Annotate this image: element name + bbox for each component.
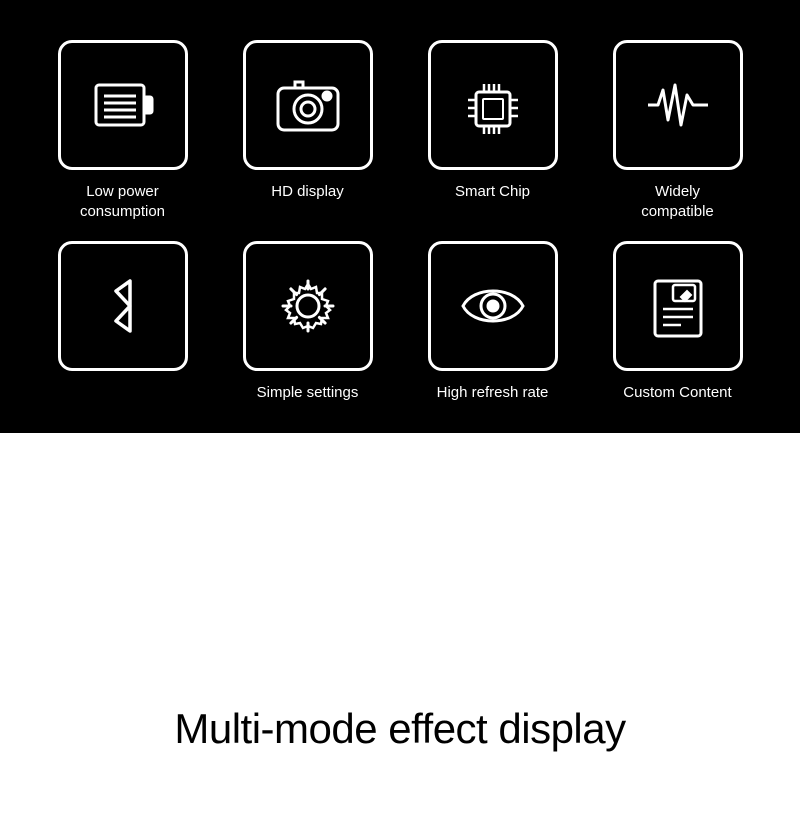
feature-custom-content: Custom Content [595,241,760,403]
widely-compatible-icon-box [613,40,743,170]
custom-content-label: Custom Content [623,383,731,403]
camera-icon [273,70,343,140]
feature-high-refresh: High refresh rate [410,241,575,403]
widely-compatible-label: Widely compatible [641,182,714,221]
smart-chip-label: Smart Chip [455,182,530,202]
edit-document-icon [643,271,713,341]
feature-low-power: Low power consumption [40,40,205,221]
feature-simple-settings: Simple settings [225,241,390,403]
simple-settings-icon-box [243,241,373,371]
bluetooth-icon [88,271,158,341]
high-refresh-icon-box [428,241,558,371]
chip-icon [458,70,528,140]
gear-icon [273,271,343,341]
bottom-section: Multi-mode effect display [0,433,800,813]
feature-grid-row2: Simple settings High refresh rate [40,241,760,403]
bottom-title: Multi-mode effect display [174,705,625,753]
waveform-icon [643,70,713,140]
hd-display-icon-box [243,40,373,170]
feature-hd-display: HD display [225,40,390,221]
top-section: Low power consumption HD display [0,0,800,433]
feature-bluetooth [40,241,205,403]
eye-icon [458,271,528,341]
feature-widely-compatible: Widely compatible [595,40,760,221]
simple-settings-label: Simple settings [257,383,359,403]
low-power-icon-box [58,40,188,170]
feature-grid-row1: Low power consumption HD display [40,40,760,221]
hd-display-label: HD display [271,182,344,202]
low-power-label: Low power consumption [80,182,165,221]
feature-smart-chip: Smart Chip [410,40,575,221]
custom-content-icon-box [613,241,743,371]
smart-chip-icon-box [428,40,558,170]
high-refresh-label: High refresh rate [437,383,549,403]
battery-icon [88,70,158,140]
bluetooth-icon-box [58,241,188,371]
